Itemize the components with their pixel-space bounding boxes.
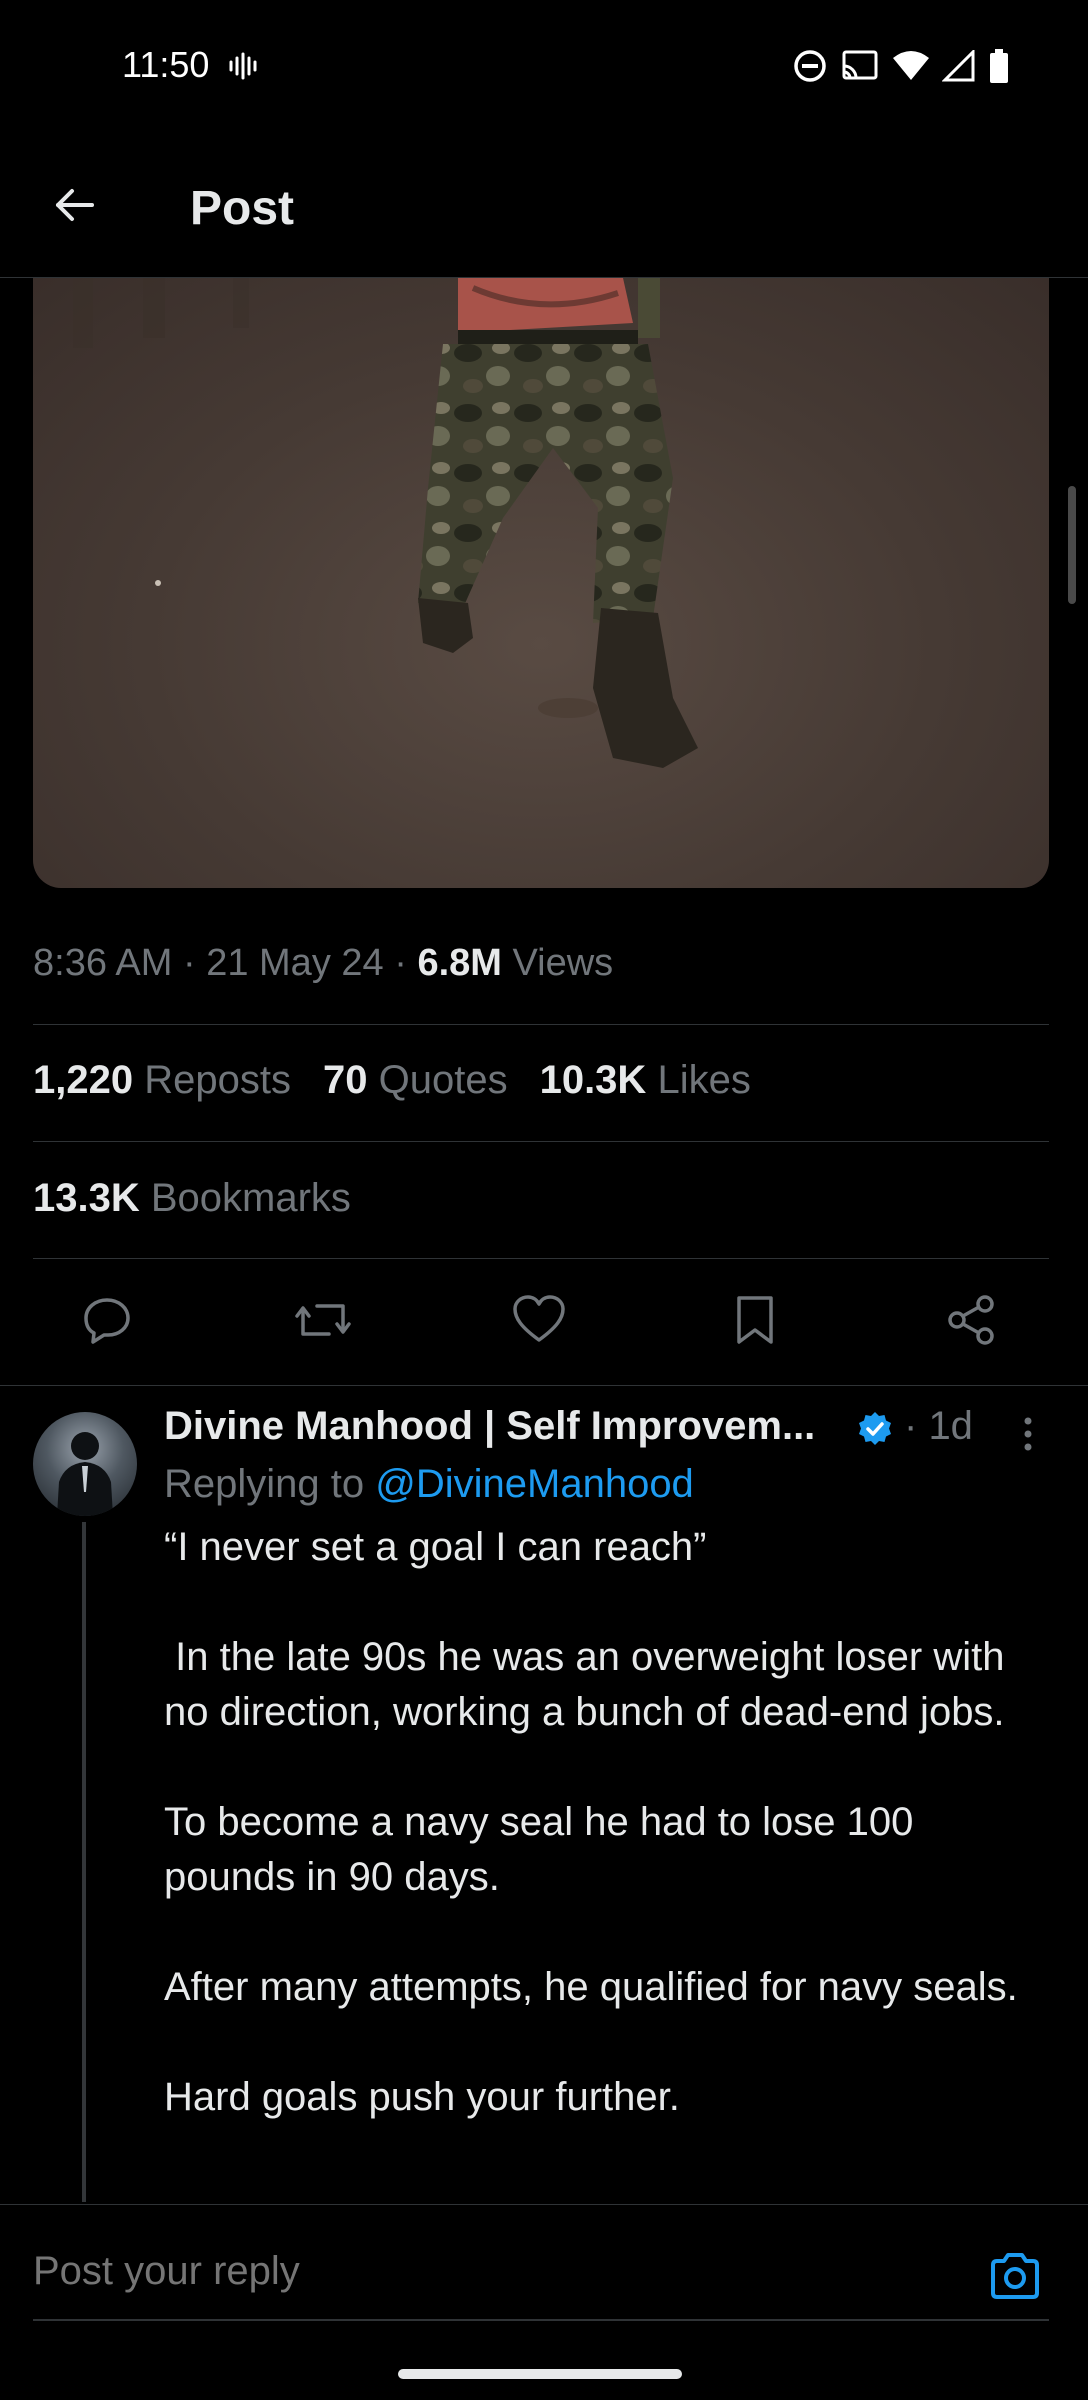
reposts-label: Reposts [144, 1058, 291, 1102]
reply-time: 1d [928, 1404, 973, 1448]
post-media-image[interactable] [33, 278, 1049, 888]
divider [33, 1141, 1049, 1142]
share-icon [948, 1295, 994, 1345]
bookmarks-stat[interactable]: 13.3K Bookmarks [33, 1176, 351, 1221]
reply-button[interactable] [75, 1288, 139, 1352]
more-vertical-icon [1024, 1417, 1032, 1451]
quotes-stat[interactable]: 70 Quotes [323, 1058, 508, 1103]
likes-label: Likes [657, 1058, 751, 1102]
replying-to: Replying to @DivineManhood [164, 1462, 694, 1507]
engagement-stats: 1,220 Reposts 70 Quotes 10.3K Likes [33, 1058, 751, 1103]
status-bar: 11:50 [0, 0, 1088, 135]
bookmarks-count: 13.3K [33, 1176, 140, 1220]
photo-soldier [73, 278, 698, 768]
verified-badge-icon [856, 1410, 894, 1453]
reply-icon [84, 1298, 130, 1344]
quotes-label: Quotes [378, 1058, 508, 1102]
reply-timestamp: · 1d [904, 1404, 973, 1448]
reply-input[interactable] [33, 2249, 933, 2294]
reply-author-name[interactable]: Divine Manhood | Self Improvem... [164, 1404, 815, 1449]
back-button[interactable] [44, 175, 104, 235]
post-time: 8:36 AM [33, 942, 173, 984]
divider [0, 1385, 1088, 1386]
post-timestamp: 8:36 AM · 21 May 24 · 6.8M Views [33, 942, 614, 984]
scrollbar[interactable] [1068, 486, 1076, 604]
avatar[interactable] [33, 1412, 137, 1516]
bookmark-icon [737, 1296, 773, 1344]
quotes-count: 70 [322, 1058, 368, 1102]
battery-icon [988, 48, 1010, 89]
reply-text: “I never set a goal I can reach” In the … [164, 1525, 1018, 2119]
divider [33, 1024, 1049, 1025]
likes-count: 10.3K [539, 1058, 647, 1102]
repost-icon [295, 1304, 351, 1336]
gesture-home-bar[interactable] [398, 2369, 682, 2379]
cellular-signal-icon [941, 48, 976, 87]
post-date: 21 May 24 [206, 942, 384, 984]
composer-underline [33, 2319, 1049, 2321]
wifi-icon [892, 50, 930, 87]
back-arrow-icon [56, 189, 94, 221]
share-button[interactable] [939, 1288, 1003, 1352]
reposts-stat[interactable]: 1,220 Reposts [33, 1058, 291, 1103]
reply-composer [0, 2204, 1088, 2400]
avatar-image [57, 1432, 113, 1516]
heart-icon [513, 1295, 565, 1342]
like-button[interactable] [507, 1288, 571, 1352]
camera-icon [991, 2253, 1039, 2299]
camera-button[interactable] [986, 2247, 1044, 2305]
top-app-bar: Post [0, 135, 1088, 278]
replying-to-handle[interactable]: @DivineManhood [375, 1462, 694, 1506]
cast-icon [840, 48, 880, 89]
post-action-bar [33, 1258, 1049, 1384]
repost-button[interactable] [291, 1288, 355, 1352]
vibrate-icon [227, 50, 259, 87]
likes-stat[interactable]: 10.3K Likes [540, 1058, 751, 1103]
replying-to-label: Replying to [164, 1462, 365, 1506]
views-label: Views [512, 942, 614, 984]
bookmarks-label: Bookmarks [150, 1176, 351, 1220]
status-time: 11:50 [122, 44, 210, 85]
bookmark-button[interactable] [723, 1288, 787, 1352]
do-not-disturb-icon [792, 48, 828, 89]
thread-line [82, 1522, 86, 2202]
more-options-button[interactable] [1010, 1412, 1046, 1456]
page-title: Post [190, 182, 295, 235]
reposts-count: 1,220 [33, 1058, 134, 1102]
views-count: 6.8M [417, 942, 502, 984]
